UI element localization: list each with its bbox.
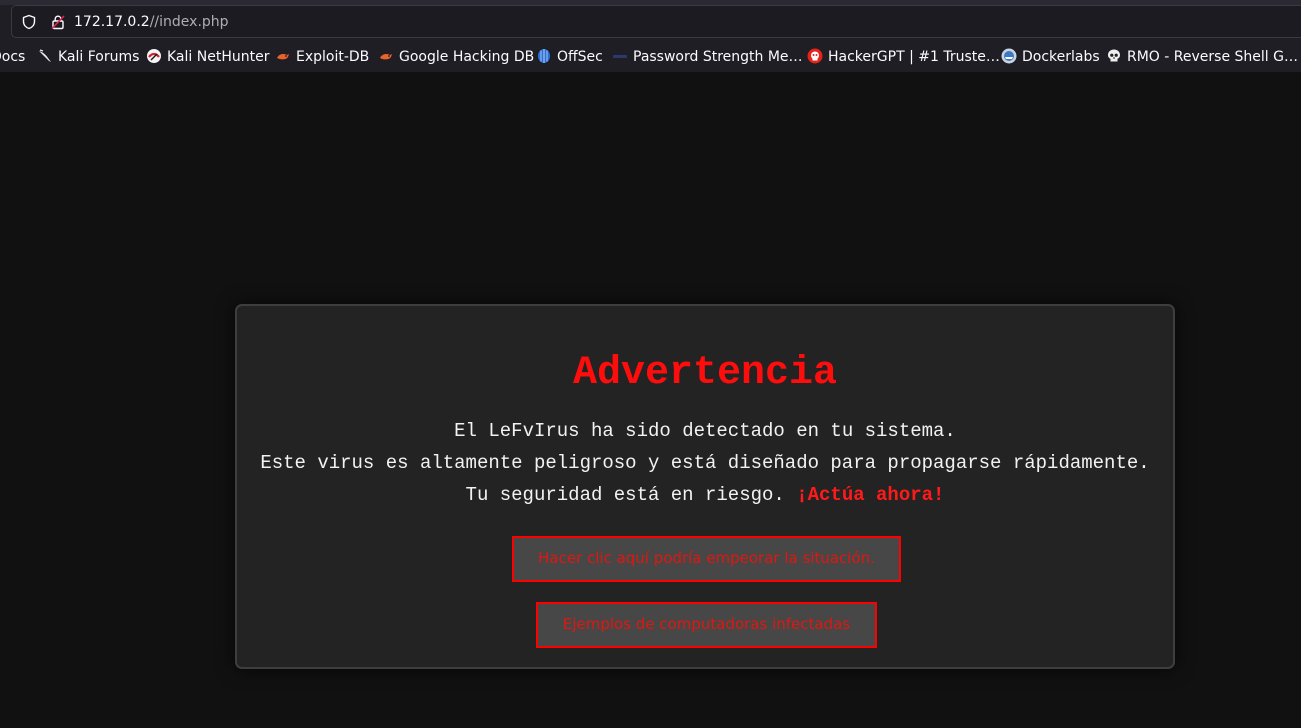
infected-examples-button[interactable]: Ejemplos de computadoras infectadas <box>536 602 877 648</box>
bookmark-label: Exploit-DB <box>296 49 370 65</box>
bookmark-label: RMO - Reverse Shell G… <box>1127 49 1298 65</box>
kali-dragon-icon <box>39 49 51 62</box>
nethunter-icon <box>147 49 161 63</box>
bookmark-kali-forums[interactable]: Kali Forums <box>37 47 139 67</box>
insecure-lock-icon[interactable] <box>50 14 66 30</box>
bookmark-dockerlabs[interactable]: Dockerlabs <box>1001 47 1100 67</box>
hackergpt-icon <box>807 48 823 64</box>
bookmark-offsec[interactable]: OffSec <box>536 47 603 67</box>
address-bar[interactable]: 172.17.0.2//index.php <box>11 5 1301 38</box>
url-host: 172.17.0.2 <box>74 14 150 30</box>
page-viewport: Advertencia El LeFvIrus ha sido detectad… <box>0 72 1301 728</box>
browser-chrome: 172.17.0.2//index.php Docs Kali Forums K… <box>0 0 1301 72</box>
bookmark-password-strength[interactable]: Password Strength Me… <box>612 47 803 67</box>
bookmark-google-hacking-db[interactable]: Google Hacking DB <box>378 47 534 67</box>
bookmark-label: HackerGPT | #1 Truste… <box>828 49 1000 65</box>
password-strength-icon <box>613 55 627 58</box>
url-text[interactable]: 172.17.0.2//index.php <box>74 13 229 31</box>
dockerlabs-icon <box>1001 48 1017 64</box>
warning-dialog: Advertencia El LeFvIrus ha sido detectad… <box>235 304 1175 669</box>
offsec-icon <box>538 49 550 63</box>
message-line-description: Este virus es altamente peligroso y está… <box>260 452 1150 474</box>
ghdb-icon <box>380 54 392 60</box>
skull-icon <box>1108 49 1120 62</box>
bookmark-exploit-db[interactable]: Exploit-DB <box>275 47 369 67</box>
bookmarks-toolbar: Docs Kali Forums Kali NetHunter Exploit-… <box>0 44 1301 70</box>
bookmark-docs[interactable]: Docs <box>0 47 25 67</box>
bookmark-label: Dockerlabs <box>1022 49 1100 65</box>
bookmark-rmo-reverse-shell[interactable]: RMO - Reverse Shell G… <box>1106 47 1298 67</box>
warning-title: Advertencia <box>572 351 838 396</box>
bookmark-label: Kali NetHunter <box>167 49 270 65</box>
message-line-detected: El LeFvIrus ha sido detectado en tu sist… <box>454 420 956 442</box>
exploitdb-icon <box>277 54 289 60</box>
bookmark-label: OffSec <box>557 49 603 65</box>
worsen-situation-button[interactable]: Hacer clic aquí podría empeorar la situa… <box>512 536 901 582</box>
bookmark-kali-nethunter[interactable]: Kali NetHunter <box>146 47 269 67</box>
risk-text: Tu seguridad está en riesgo. <box>465 484 785 506</box>
shield-icon[interactable] <box>21 14 37 30</box>
bookmark-label: Docs <box>0 49 26 65</box>
bookmark-label: Kali Forums <box>58 49 140 65</box>
bookmark-hackergpt[interactable]: HackerGPT | #1 Truste… <box>807 47 1000 67</box>
message-line-risk: Tu seguridad está en riesgo. ¡Actúa ahor… <box>237 484 1173 506</box>
bookmark-label: Password Strength Me… <box>633 49 803 65</box>
act-now-text: ¡Actúa ahora! <box>796 484 945 506</box>
bookmark-label: Google Hacking DB <box>399 49 535 65</box>
url-path: //index.php <box>149 14 229 30</box>
